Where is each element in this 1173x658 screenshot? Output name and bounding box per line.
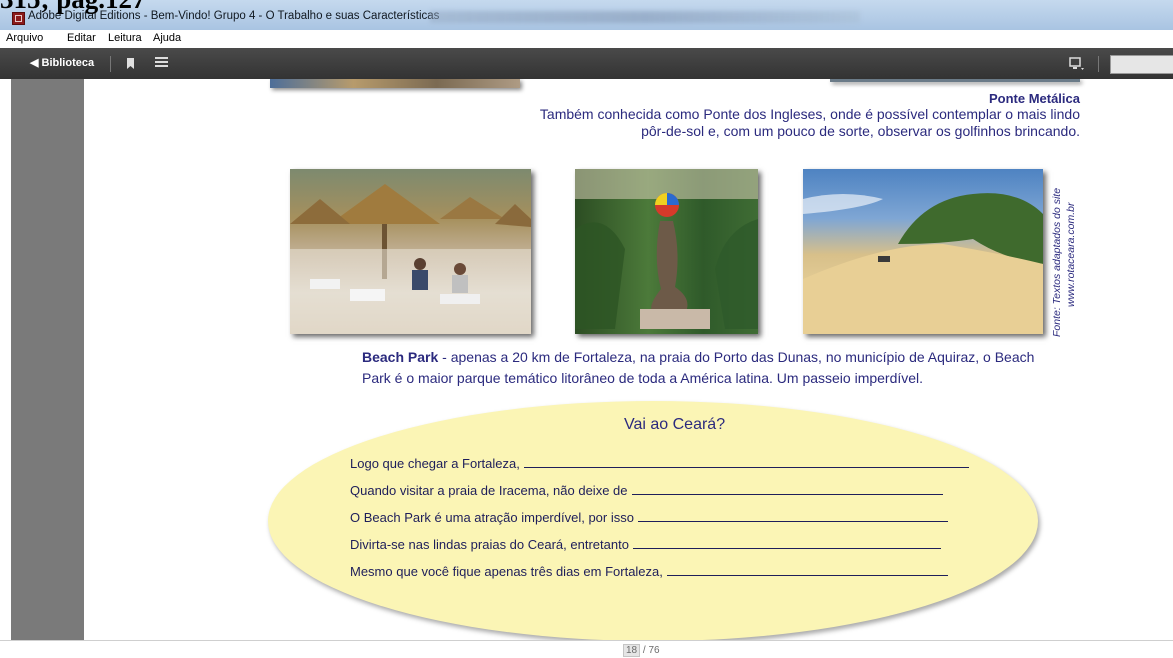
menu-arquivo[interactable]: Arquivo xyxy=(6,32,43,44)
current-page-field[interactable]: 18 xyxy=(623,644,641,657)
bookmark-icon[interactable] xyxy=(127,58,134,69)
overlay-heading: 315; pag.127 xyxy=(0,0,146,13)
search-input[interactable] xyxy=(1110,55,1173,74)
table-of-contents-icon[interactable] xyxy=(155,57,168,69)
beach-park-text: - apenas a 20 km de Fortaleza, na praia … xyxy=(362,349,1035,386)
photo-top-left-partial xyxy=(270,79,520,88)
display-options-icon[interactable] xyxy=(1069,57,1085,71)
menu-ajuda[interactable]: Ajuda xyxy=(153,32,181,44)
left-edge xyxy=(0,79,11,640)
beach-huts-photo xyxy=(290,169,531,334)
toolbar-divider xyxy=(110,56,111,72)
toolbar-divider-right xyxy=(1098,56,1099,72)
ponte-title: Ponte Metálica xyxy=(988,91,1080,106)
menu-leitura[interactable]: Leitura xyxy=(108,32,142,44)
ponte-description: Também conhecida como Ponte dos Ingleses… xyxy=(539,106,1080,139)
toolbar: ◀ Biblioteca xyxy=(0,48,1173,79)
book-page: Ponte Metálica Também conhecida como Pon… xyxy=(84,79,1173,640)
beach-park-description: Beach Park - apenas a 20 km de Fortaleza… xyxy=(362,347,1062,389)
exercise-line: Logo que chegar a Fortaleza, xyxy=(350,456,969,471)
exercise-line: Quando visitar a praia de Iracema, não d… xyxy=(350,483,943,498)
source-note: Fonte: Textos adaptados do site www.rota… xyxy=(1049,169,1085,339)
photo-top-right-partial xyxy=(830,79,1080,82)
sand-dune-photo xyxy=(803,169,1043,334)
sea-lion-statue-photo xyxy=(575,169,758,334)
exercise-title: Vai ao Ceará? xyxy=(624,416,726,433)
page-indicator: 18 / 76 xyxy=(623,644,660,657)
blurred-taskbar-region xyxy=(430,11,860,23)
library-button[interactable]: ◀ Biblioteca xyxy=(30,56,94,69)
beach-park-title: Beach Park xyxy=(362,349,439,365)
menu-editar[interactable]: Editar xyxy=(67,32,96,44)
exercise-line: Mesmo que você fique apenas três dias em… xyxy=(350,564,948,579)
exercise-line: O Beach Park é uma atração imperdível, p… xyxy=(350,510,948,525)
menu-bar: Arquivo Editar Leitura Ajuda xyxy=(0,30,1173,49)
source-line-2: www.rotaceara.com.br xyxy=(1065,202,1077,307)
title-bar: Adobe Digital Editions - Bem-Vindo! Grup… xyxy=(0,0,1173,30)
exercise-line: Divirta-se nas lindas praias do Ceará, e… xyxy=(350,537,941,552)
page-gutter xyxy=(11,79,84,640)
source-line-1: Fonte: Textos adaptados do site xyxy=(1051,187,1063,337)
status-bar: 18 / 76 xyxy=(0,640,1173,658)
total-pages: / 76 xyxy=(642,645,660,656)
